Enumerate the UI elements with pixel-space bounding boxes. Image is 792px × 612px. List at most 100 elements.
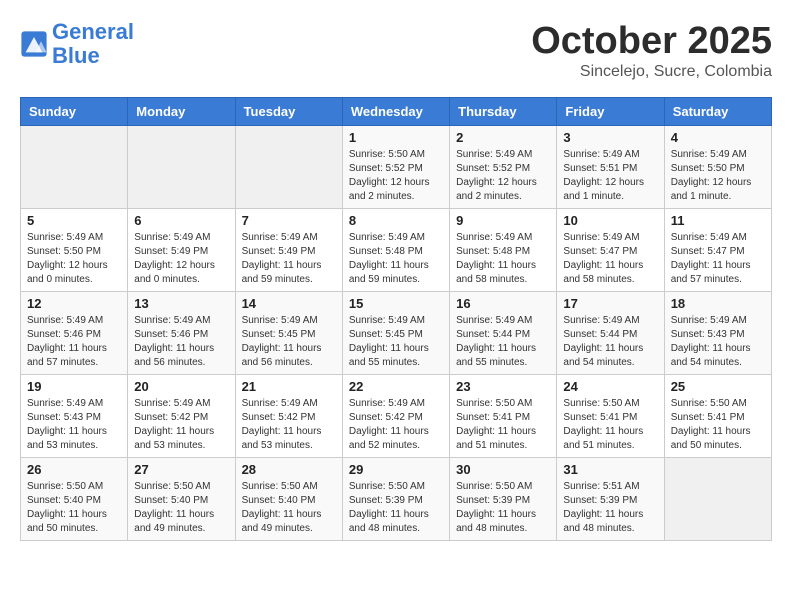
- day-info: Sunrise: 5:50 AM Sunset: 5:39 PM Dayligh…: [349, 480, 443, 536]
- calendar-cell: 17Sunrise: 5:49 AM Sunset: 5:44 PM Dayli…: [557, 292, 664, 375]
- calendar-cell: 29Sunrise: 5:50 AM Sunset: 5:39 PM Dayli…: [342, 458, 449, 541]
- day-info: Sunrise: 5:49 AM Sunset: 5:50 PM Dayligh…: [671, 148, 765, 204]
- month-title: October 2025: [531, 20, 772, 63]
- day-info: Sunrise: 5:50 AM Sunset: 5:41 PM Dayligh…: [563, 397, 657, 453]
- day-number: 17: [563, 296, 657, 311]
- calendar-cell: [21, 126, 128, 209]
- day-number: 31: [563, 462, 657, 477]
- calendar-cell: 5Sunrise: 5:49 AM Sunset: 5:50 PM Daylig…: [21, 209, 128, 292]
- day-info: Sunrise: 5:49 AM Sunset: 5:42 PM Dayligh…: [349, 397, 443, 453]
- day-info: Sunrise: 5:49 AM Sunset: 5:47 PM Dayligh…: [671, 231, 765, 287]
- weekday-header-sunday: Sunday: [21, 98, 128, 126]
- weekday-header-saturday: Saturday: [664, 98, 771, 126]
- day-number: 21: [242, 379, 336, 394]
- day-number: 10: [563, 213, 657, 228]
- day-info: Sunrise: 5:49 AM Sunset: 5:42 PM Dayligh…: [242, 397, 336, 453]
- logo-text-blue: Blue: [52, 43, 100, 68]
- day-number: 26: [27, 462, 121, 477]
- calendar-cell: 10 Sunrise: 5:49 AM Sunset: 5:47 PM Dayli…: [557, 209, 664, 292]
- weekday-header-tuesday: Tuesday: [235, 98, 342, 126]
- day-info: Sunrise: 5:49 AM Sunset: 5:43 PM Dayligh…: [27, 397, 121, 453]
- day-info: Sunrise: 5:49 AM Sunset: 5:45 PM Dayligh…: [349, 314, 443, 370]
- day-info: Sunrise: 5:51 AM Sunset: 5:39 PM Dayligh…: [563, 480, 657, 536]
- week-row-2: 5Sunrise: 5:49 AM Sunset: 5:50 PM Daylig…: [21, 209, 772, 292]
- day-number: 18: [671, 296, 765, 311]
- calendar-cell: 14 Sunrise: 5:49 AM Sunset: 5:45 PM Dayli…: [235, 292, 342, 375]
- logo-icon: [20, 30, 48, 58]
- day-info: Sunrise: 5:50 AM Sunset: 5:40 PM Dayligh…: [134, 480, 228, 536]
- day-number: 9: [456, 213, 550, 228]
- weekday-header-friday: Friday: [557, 98, 664, 126]
- day-number: 12: [27, 296, 121, 311]
- calendar-cell: [664, 458, 771, 541]
- calendar-cell: [128, 126, 235, 209]
- calendar-cell: 15Sunrise: 5:49 AM Sunset: 5:45 PM Dayli…: [342, 292, 449, 375]
- calendar-cell: 18 Sunrise: 5:49 AM Sunset: 5:43 PM Dayli…: [664, 292, 771, 375]
- day-info: Sunrise: 5:50 AM Sunset: 5:40 PM Dayligh…: [27, 480, 121, 536]
- calendar-cell: 27 Sunrise: 5:50 AM Sunset: 5:40 PM Dayli…: [128, 458, 235, 541]
- calendar-cell: 21 Sunrise: 5:49 AM Sunset: 5:42 PM Dayli…: [235, 375, 342, 458]
- day-info: Sunrise: 5:50 AM Sunset: 5:40 PM Dayligh…: [242, 480, 336, 536]
- day-info: Sunrise: 5:49 AM Sunset: 5:49 PM Dayligh…: [242, 231, 336, 287]
- calendar-cell: 4Sunrise: 5:49 AM Sunset: 5:50 PM Daylig…: [664, 126, 771, 209]
- day-number: 24: [563, 379, 657, 394]
- weekday-header-monday: Monday: [128, 98, 235, 126]
- calendar-cell: 2Sunrise: 5:49 AM Sunset: 5:52 PM Daylig…: [450, 126, 557, 209]
- calendar-cell: 28 Sunrise: 5:50 AM Sunset: 5:40 PM Dayli…: [235, 458, 342, 541]
- day-info: Sunrise: 5:49 AM Sunset: 5:46 PM Dayligh…: [27, 314, 121, 370]
- day-info: Sunrise: 5:49 AM Sunset: 5:45 PM Dayligh…: [242, 314, 336, 370]
- page-header: General Blue October 2025 Sincelejo, Suc…: [20, 20, 772, 81]
- week-row-3: 12 Sunrise: 5:49 AM Sunset: 5:46 PM Dayli…: [21, 292, 772, 375]
- calendar-cell: 16 Sunrise: 5:49 AM Sunset: 5:44 PM Dayli…: [450, 292, 557, 375]
- day-info: Sunrise: 5:49 AM Sunset: 5:48 PM Dayligh…: [456, 231, 550, 287]
- day-info: Sunrise: 5:49 AM Sunset: 5:49 PM Dayligh…: [134, 231, 228, 287]
- week-row-4: 19Sunrise: 5:49 AM Sunset: 5:43 PM Dayli…: [21, 375, 772, 458]
- calendar-cell: 9 Sunrise: 5:49 AM Sunset: 5:48 PM Daylig…: [450, 209, 557, 292]
- day-number: 2: [456, 130, 550, 145]
- day-info: Sunrise: 5:50 AM Sunset: 5:41 PM Dayligh…: [671, 397, 765, 453]
- location-subtitle: Sincelejo, Sucre, Colombia: [531, 63, 772, 81]
- calendar-cell: [235, 126, 342, 209]
- day-number: 14: [242, 296, 336, 311]
- day-number: 25: [671, 379, 765, 394]
- day-info: Sunrise: 5:50 AM Sunset: 5:41 PM Dayligh…: [456, 397, 550, 453]
- day-number: 20: [134, 379, 228, 394]
- day-number: 27: [134, 462, 228, 477]
- day-number: 23: [456, 379, 550, 394]
- calendar-cell: 22 Sunrise: 5:49 AM Sunset: 5:42 PM Dayli…: [342, 375, 449, 458]
- calendar-cell: 13 Sunrise: 5:49 AM Sunset: 5:46 PM Dayli…: [128, 292, 235, 375]
- logo-text-general: General: [52, 19, 134, 44]
- day-number: 22: [349, 379, 443, 394]
- calendar-cell: 20 Sunrise: 5:49 AM Sunset: 5:42 PM Dayli…: [128, 375, 235, 458]
- calendar-cell: 11Sunrise: 5:49 AM Sunset: 5:47 PM Dayli…: [664, 209, 771, 292]
- calendar-cell: 1 Sunrise: 5:50 AM Sunset: 5:52 PM Daylig…: [342, 126, 449, 209]
- calendar-cell: 24 Sunrise: 5:50 AM Sunset: 5:41 PM Dayli…: [557, 375, 664, 458]
- calendar-cell: 6Sunrise: 5:49 AM Sunset: 5:49 PM Daylig…: [128, 209, 235, 292]
- calendar-table: SundayMondayTuesdayWednesdayThursdayFrid…: [20, 97, 772, 541]
- day-number: 7: [242, 213, 336, 228]
- day-info: Sunrise: 5:49 AM Sunset: 5:44 PM Dayligh…: [456, 314, 550, 370]
- day-info: Sunrise: 5:49 AM Sunset: 5:51 PM Dayligh…: [563, 148, 657, 204]
- day-number: 13: [134, 296, 228, 311]
- day-info: Sunrise: 5:49 AM Sunset: 5:42 PM Dayligh…: [134, 397, 228, 453]
- day-info: Sunrise: 5:49 AM Sunset: 5:46 PM Dayligh…: [134, 314, 228, 370]
- logo: General Blue: [20, 20, 134, 68]
- weekday-header-thursday: Thursday: [450, 98, 557, 126]
- calendar-cell: 30Sunrise: 5:50 AM Sunset: 5:39 PM Dayli…: [450, 458, 557, 541]
- weekday-header-row: SundayMondayTuesdayWednesdayThursdayFrid…: [21, 98, 772, 126]
- title-block: October 2025 Sincelejo, Sucre, Colombia: [531, 20, 772, 81]
- day-info: Sunrise: 5:50 AM Sunset: 5:52 PM Dayligh…: [349, 148, 443, 204]
- day-number: 1: [349, 130, 443, 145]
- calendar-cell: 12 Sunrise: 5:49 AM Sunset: 5:46 PM Dayli…: [21, 292, 128, 375]
- calendar-cell: 25 Sunrise: 5:50 AM Sunset: 5:41 PM Dayli…: [664, 375, 771, 458]
- calendar-cell: 23 Sunrise: 5:50 AM Sunset: 5:41 PM Dayli…: [450, 375, 557, 458]
- day-info: Sunrise: 5:49 AM Sunset: 5:47 PM Dayligh…: [563, 231, 657, 287]
- day-number: 8: [349, 213, 443, 228]
- calendar-cell: 31 Sunrise: 5:51 AM Sunset: 5:39 PM Dayli…: [557, 458, 664, 541]
- calendar-cell: 26 Sunrise: 5:50 AM Sunset: 5:40 PM Dayli…: [21, 458, 128, 541]
- day-number: 28: [242, 462, 336, 477]
- day-number: 16: [456, 296, 550, 311]
- day-info: Sunrise: 5:50 AM Sunset: 5:39 PM Dayligh…: [456, 480, 550, 536]
- day-info: Sunrise: 5:49 AM Sunset: 5:43 PM Dayligh…: [671, 314, 765, 370]
- day-number: 3: [563, 130, 657, 145]
